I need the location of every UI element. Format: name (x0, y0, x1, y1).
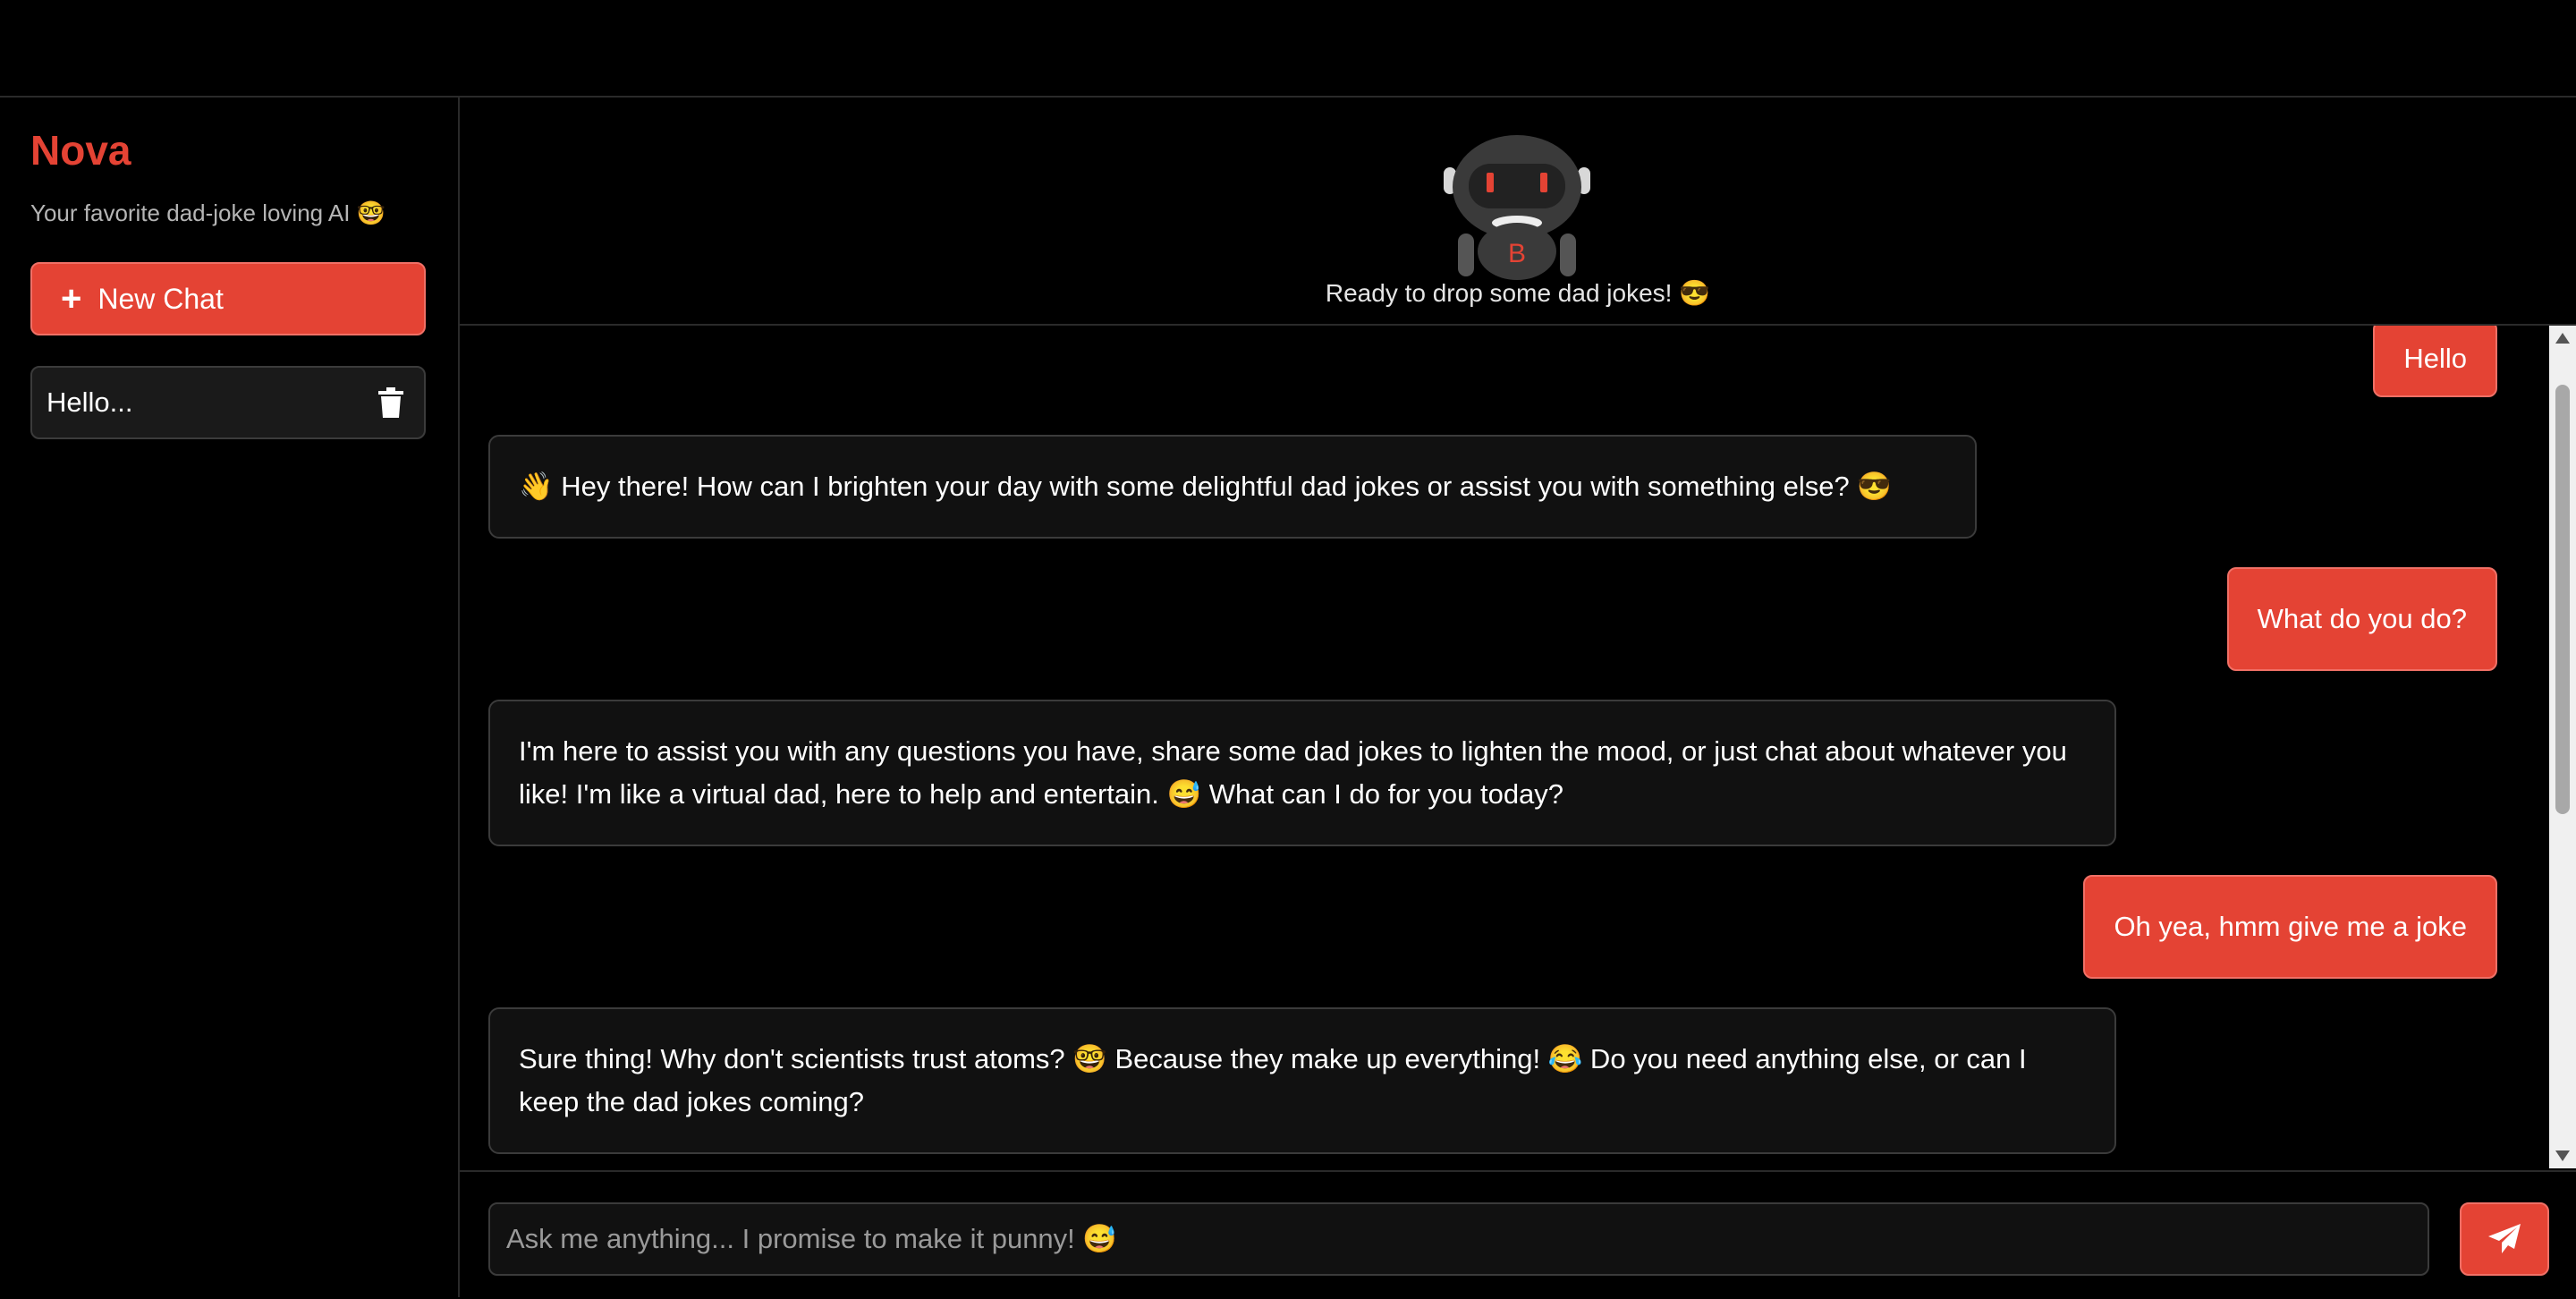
user-message: What do you do? (2226, 567, 2497, 671)
message-text: Oh yea, hmm give me a joke (2114, 911, 2467, 942)
chat-history-item[interactable]: Hello... (30, 366, 426, 439)
bot-message: I'm here to assist you with any question… (488, 700, 2116, 846)
robot-icon: B (1444, 135, 1590, 280)
send-button[interactable] (2460, 1202, 2549, 1276)
composer (460, 1170, 2576, 1299)
chat-scrollbar[interactable] (2549, 326, 2576, 1168)
message-list: Hello 👋 Hey there! How can I brighten yo… (460, 326, 2547, 1168)
scroll-down-arrow-icon[interactable] (2555, 1150, 2570, 1161)
message-text: 👋 Hey there! How can I brighten your day… (519, 471, 1892, 502)
bot-message: 👋 Hey there! How can I brighten your day… (488, 435, 1977, 539)
chat-history-label: Hello... (47, 386, 133, 418)
app-tagline: Your favorite dad-joke loving AI 🤓 (30, 200, 386, 226)
chat-main: B Ready to drop some dad jokes! 😎 Hello … (460, 98, 2576, 1297)
new-chat-label: New Chat (97, 282, 224, 315)
paper-plane-icon (2488, 1224, 2521, 1253)
scrollbar-thumb[interactable] (2555, 385, 2570, 814)
message-text: Sure thing! Why don't scientists trust a… (519, 1043, 2027, 1117)
sidebar: Nova Your favorite dad-joke loving AI 🤓 … (0, 98, 460, 1297)
robot-chest-letter: B (1508, 239, 1526, 268)
message-text: Hello (2403, 343, 2467, 374)
message-text: What do you do? (2257, 603, 2467, 634)
new-chat-button[interactable]: + New Chat (30, 262, 426, 335)
app-title: Nova (30, 127, 131, 174)
bot-message: Sure thing! Why don't scientists trust a… (488, 1007, 2116, 1154)
user-message: Oh yea, hmm give me a joke (2083, 875, 2497, 979)
chat-header: B Ready to drop some dad jokes! 😎 (460, 98, 2576, 326)
plus-icon: + (61, 279, 82, 318)
user-message: Hello (2373, 326, 2497, 397)
trash-icon[interactable] (377, 387, 404, 418)
status-text: Ready to drop some dad jokes! 😎 (1325, 279, 1711, 307)
top-bar (0, 0, 2576, 98)
scroll-up-arrow-icon[interactable] (2555, 333, 2570, 344)
message-text: I'm here to assist you with any question… (519, 735, 2067, 810)
message-input[interactable] (488, 1202, 2429, 1276)
